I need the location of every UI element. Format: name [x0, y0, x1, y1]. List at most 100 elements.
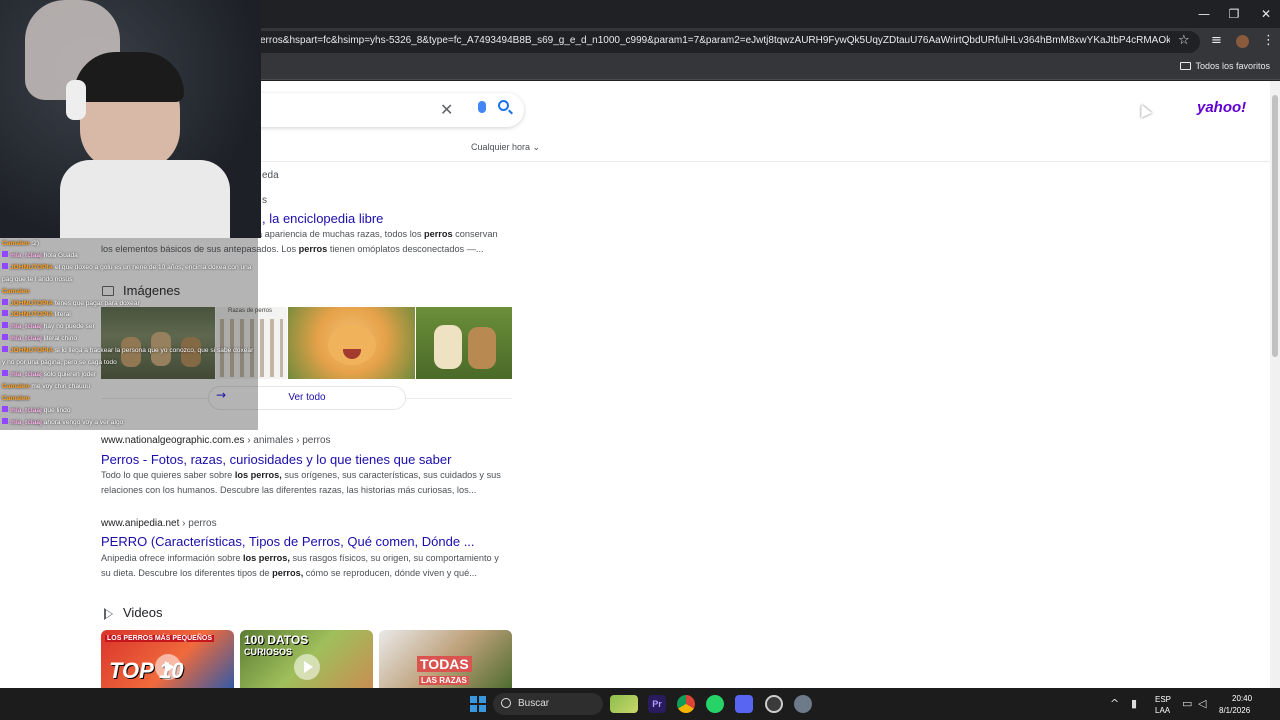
badge-icon [2, 369, 8, 376]
whatsapp-icon[interactable] [706, 695, 724, 713]
widgets-icon[interactable] [610, 695, 638, 713]
time-filter-label: Cualquier hora [471, 142, 531, 152]
video-thumbnail[interactable]: TODAS LAS RAZAS [379, 630, 512, 688]
time-filter-dropdown[interactable]: Cualquier hora ⌄ [471, 142, 540, 153]
arrow-right-icon[interactable]: → [216, 388, 226, 402]
scrollbar-thumb[interactable] [1272, 95, 1278, 357]
chat-username: JOHNUTOPIA [10, 347, 54, 355]
chat-username: Camaleo [2, 240, 30, 247]
result-breadcrumb[interactable]: www.anipedia.net › perros [101, 518, 217, 529]
volume-icon[interactable]: ◁ [1198, 697, 1206, 710]
snippet-text: sus orígenes, sus características, sus c… [281, 470, 501, 480]
windows-start-icon[interactable] [470, 696, 486, 712]
play-icon [155, 654, 181, 680]
clear-search-icon[interactable]: ✕ [440, 100, 453, 119]
search-icon[interactable] [498, 100, 509, 111]
microphone-icon[interactable] [478, 101, 486, 113]
settings-gear-icon[interactable] [794, 695, 812, 713]
snippet-bold: perros [298, 244, 328, 254]
shirt [60, 160, 230, 238]
result-title-link[interactable]: Perros - Fotos, razas, curiosidades y lo… [101, 452, 451, 467]
search-icon [501, 698, 511, 708]
input-language[interactable]: ESP [1155, 695, 1171, 704]
microphone-tray-icon[interactable]: ▮ [1131, 697, 1137, 710]
image-thumbnail[interactable] [416, 307, 512, 379]
url-text[interactable]: erros&hspart=fc&hsimp=yhs-5326_8&type=fc… [260, 35, 1170, 46]
chat-text: literal chino [43, 335, 78, 343]
clock-date[interactable]: 8/1/2026 [1219, 706, 1250, 715]
mouse-cursor-icon [1136, 102, 1152, 118]
video-caption-main: CURIOSOS [244, 647, 293, 657]
video-thumbnail[interactable]: LOS PERROS MÁS PEQUEÑOS TOP 10 [101, 630, 234, 688]
result-breadcrumb: eda [262, 170, 279, 181]
result-title-link[interactable]: , la enciclopedia libre [262, 211, 383, 226]
badge-icon [2, 334, 8, 341]
result-title-link[interactable]: PERRO (Características, Tipos de Perros,… [101, 534, 475, 549]
all-bookmarks-button[interactable]: Todos los favoritos [1180, 61, 1270, 71]
media-controls-icon[interactable]: ≡ [1211, 33, 1222, 48]
chat-text: si lo llega a hackear la persona que yo … [54, 347, 254, 355]
chat-message: y no por una página, pero se caga todo [0, 357, 258, 369]
image-thumbnail[interactable] [288, 307, 415, 379]
video-thumbnail[interactable]: 100 DATOS CURIOSOS [240, 630, 373, 688]
snippet-text: Anipedia ofrece información sobre [101, 553, 243, 563]
folder-icon [1180, 62, 1192, 70]
chat-message: pag que te l ando nosus [0, 274, 258, 286]
chat-text: hay no puede ser [43, 323, 95, 331]
badge-icon [2, 262, 8, 269]
badge-icon [2, 310, 8, 317]
all-bookmarks-label: Todos los favoritos [1195, 61, 1270, 71]
snippet-bold: los perros, [234, 470, 282, 480]
clock-time[interactable]: 20:40 [1232, 694, 1252, 703]
obs-icon[interactable] [765, 695, 783, 713]
tray-chevron-icon[interactable]: ^ [1110, 697, 1119, 710]
chat-username: mia_tclaaj [10, 418, 42, 426]
chat-username: JOHNUTOPIA [10, 311, 54, 319]
star-bookmark-icon[interactable]: ☆ [1178, 33, 1190, 48]
badge-icon [2, 322, 8, 329]
minimize-icon[interactable]: — [1194, 6, 1214, 22]
badge-icon [2, 298, 8, 305]
video-caption-top: TODAS [417, 656, 472, 672]
result-breadcrumb[interactable]: www.nationalgeographic.com.es › animales… [101, 435, 331, 446]
page-scrollbar[interactable] [1270, 81, 1280, 688]
snippet-text: tienen omóplatos desconectados —... [327, 244, 484, 254]
snippet-text: Todo lo que quieres saber sobre [101, 470, 235, 480]
omnibox[interactable]: erros&hspart=fc&hsimp=yhs-5326_8&type=fc… [250, 31, 1200, 53]
badge-icon [2, 405, 8, 412]
snippet-text: a apariencia de muchas razas, todos los [257, 229, 424, 239]
result-breadcrumb-sub: s [262, 195, 267, 206]
premiere-icon[interactable]: Pr [648, 695, 666, 713]
puppy-shape [434, 325, 462, 369]
chat-text: que lindo [43, 406, 71, 414]
more-menu-icon[interactable]: ⋮ [1262, 33, 1275, 48]
restore-icon[interactable]: ❐ [1224, 6, 1244, 22]
result-path: › animales › perros [244, 435, 331, 446]
dog-face [328, 325, 376, 365]
chat-text: pag que te l ando nosus [2, 275, 73, 283]
chat-text: literal [54, 311, 71, 319]
chat-message: mia_tclaaj solo quieren joder [0, 369, 258, 381]
chat-message: mia_tclaaj que lindo [0, 405, 258, 417]
close-window-icon[interactable]: ✕ [1256, 6, 1276, 22]
chat-text: hola Guada [43, 251, 78, 259]
taskbar-search[interactable]: Buscar [493, 693, 603, 715]
chat-username: mia_tclaaj [10, 370, 42, 378]
video-caption-top: LOS PERROS MÁS PEQUEÑOS [105, 635, 215, 642]
snippet-bold: los perros, [242, 553, 290, 563]
videos-section-title[interactable]: Videos [123, 605, 163, 620]
chat-message: JOHNUTOPIA tenes que pagar para doxear [0, 298, 258, 310]
network-icon[interactable]: ▭ [1182, 697, 1192, 710]
chat-text: y no por una página, pero se caga todo [2, 359, 117, 367]
profile-avatar[interactable] [1236, 35, 1249, 48]
chat-message: Camaleo [0, 286, 258, 298]
yahoo-logo[interactable]: yahoo! [1197, 99, 1246, 116]
snippet-text: su dieta. Descubre los diferentes tipos … [101, 568, 273, 578]
input-layout[interactable]: LAA [1155, 706, 1170, 715]
chrome-icon[interactable] [677, 695, 695, 713]
stream-chat-overlay: Camaleo :2) mia_tclaaj hola Guada JOHNUT… [0, 238, 258, 430]
chat-username: JOHNUTOPIA [10, 263, 54, 271]
chat-message: JOHNUTOPIA literal [0, 309, 258, 321]
chat-message: JOHNUTOPIA el que doxeo a golu es un nen… [0, 262, 258, 274]
discord-icon[interactable] [735, 695, 753, 713]
